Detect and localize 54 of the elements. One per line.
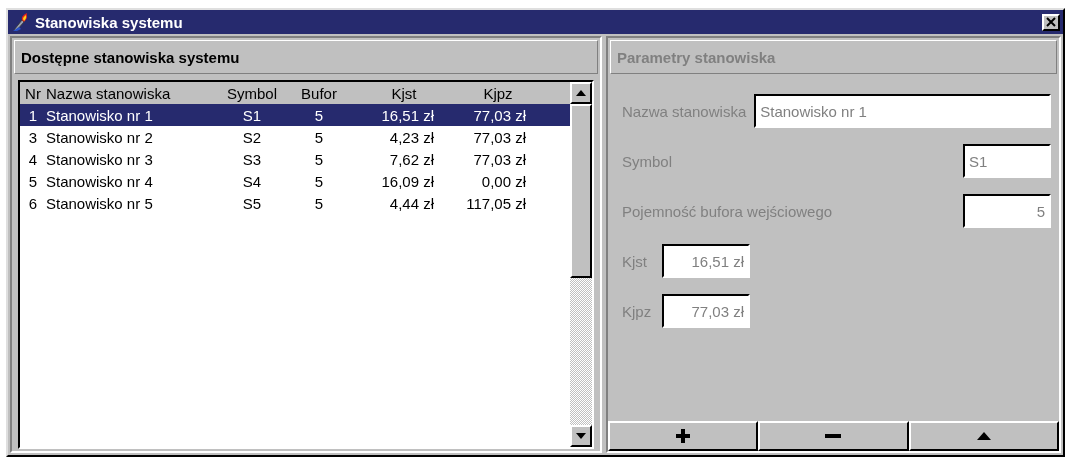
table-cell-text: 77,03 zł [472, 106, 527, 124]
table-cell-text: 1 [27, 106, 39, 124]
field-label: Kjpz [622, 302, 653, 320]
window-title: Stanowiska systemu [35, 13, 184, 31]
table-cell-text: S5 [241, 194, 263, 212]
field-label: Kjst [622, 252, 648, 270]
field-label: Symbol [622, 152, 674, 170]
column-header[interactable]: Nazwa stanowiska [46, 84, 214, 102]
panel-title: Parametry stanowiska [617, 48, 776, 66]
table-cell-text: 6 [27, 194, 39, 212]
table-cell-text: 117,05 zł [465, 194, 527, 212]
table-cell-text: 5 [313, 194, 325, 212]
table-cell-text: 7,62 zł [388, 150, 435, 168]
table-cell-text: 77,03 zł [472, 128, 527, 146]
table-cell-text: S2 [241, 128, 263, 146]
column-header[interactable]: Kjst [348, 84, 444, 102]
field-label: Nazwa stanowiska [622, 102, 747, 120]
up-triangle-icon [976, 432, 991, 440]
scrollbar[interactable] [570, 82, 592, 447]
table-cell-text: 5 [27, 172, 39, 190]
column-header[interactable]: Nr [20, 84, 46, 102]
table-cell-text: Stanowisko nr 1 [46, 106, 154, 124]
table-cell-text: 5 [313, 128, 325, 146]
column-header[interactable]: Bufor [290, 84, 348, 102]
panel-title: Dostępne stanowiska systemu [21, 48, 240, 66]
close-button[interactable] [1042, 13, 1060, 31]
table-cell-text: S4 [241, 172, 263, 190]
table-cell-text: 16,51 zł [380, 106, 435, 124]
table-cell-text: 16,09 zł [380, 172, 435, 190]
table-cell-text: Stanowisko nr 5 [46, 194, 154, 212]
close-icon [1046, 17, 1056, 27]
column-header[interactable]: Kjpz [444, 84, 536, 102]
table-cell-text: S1 [241, 106, 263, 124]
down-arrow-icon [576, 433, 586, 439]
table-cell-text: Stanowisko nr 3 [46, 150, 154, 168]
table-cell-text: 5 [313, 150, 325, 168]
field-label: Pojemność bufora wejściowego [622, 202, 834, 220]
scroll-thumb[interactable] [570, 104, 592, 278]
table-cell-text: 0,00 zł [480, 172, 527, 190]
table-cell-text: Stanowisko nr 2 [46, 128, 154, 146]
table-cell-text: S3 [241, 150, 263, 168]
table-cell-text: 5 [313, 172, 325, 190]
column-header[interactable]: Symbol [214, 84, 290, 102]
table-cell-text: 4,23 zł [388, 128, 435, 146]
table-cell-text: 3 [27, 128, 39, 146]
table-cell-text: 77,03 zł [472, 150, 527, 168]
table-cell-text: 4,44 zł [388, 194, 435, 212]
up-arrow-icon [576, 90, 586, 96]
list-row[interactable]: 1 Stanowisko nr 1 S1 5 16,51 zł 77,03 zł [20, 104, 570, 126]
minus-icon [825, 434, 842, 438]
table-cell-text: 5 [313, 106, 325, 124]
table-cell-text: Stanowisko nr 4 [46, 172, 154, 190]
table-cell-text: 4 [27, 150, 39, 168]
plus-icon [676, 429, 691, 443]
